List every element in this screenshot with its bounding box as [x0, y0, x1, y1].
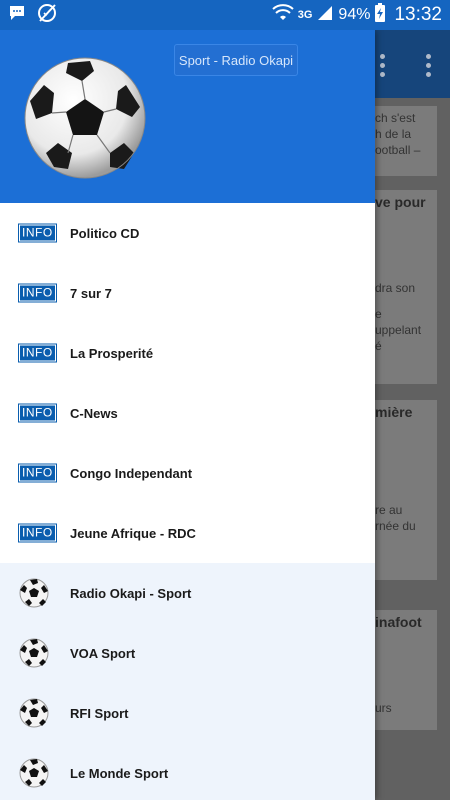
menu-item-label: Politico CD: [70, 225, 140, 241]
info-icon: INFO: [18, 223, 57, 243]
menu-item-label: Congo Independant: [70, 465, 193, 481]
battery-charging-icon: [374, 2, 386, 28]
menu-item-label: Radio Okapi - Sport: [70, 585, 192, 601]
menu-item-label: La Prosperité: [70, 345, 154, 361]
menu-item-radio-okapi-sport[interactable]: Radio Okapi - Sport: [0, 563, 375, 623]
wifi-icon: [272, 3, 294, 27]
menu-item-label: RFI Sport: [70, 705, 129, 721]
info-icon: INFO: [18, 403, 57, 423]
menu-item-le-monde-sport[interactable]: Le Monde Sport: [0, 743, 375, 800]
menu-item-label: Le Monde Sport: [70, 765, 169, 781]
info-icon: INFO: [18, 343, 57, 363]
drawer-header: Sport - Radio Okapi: [0, 30, 375, 203]
signal-icon: [316, 4, 334, 27]
sync-disabled-icon: [36, 2, 58, 29]
soccer-ball-icon: [19, 758, 49, 788]
drawer-scrim[interactable]: [375, 30, 450, 800]
network-type: 3G: [297, 9, 313, 21]
menu-item-label: C-News: [70, 405, 118, 421]
menu-item-label: Jeune Afrique - RDC: [70, 525, 196, 541]
menu-item-voa-sport[interactable]: VOA Sport: [0, 623, 375, 683]
soccer-ball-icon: [19, 638, 49, 668]
info-icon: INFO: [18, 283, 57, 303]
menu-item-label: VOA Sport: [70, 645, 136, 661]
news-source-list: INFO Politico CD INFO 7 sur 7 INFO La Pr…: [0, 203, 375, 563]
menu-item-label: 7 sur 7: [70, 285, 112, 301]
soccer-ball-icon: [19, 578, 49, 608]
menu-item-jeune-afrique-rdc[interactable]: INFO Jeune Afrique - RDC: [0, 503, 375, 563]
menu-item-rfi-sport[interactable]: RFI Sport: [0, 683, 375, 743]
menu-item-7-sur-7[interactable]: INFO 7 sur 7: [0, 263, 375, 323]
clock: 13:32: [394, 4, 442, 25]
navigation-drawer: Sport - Radio Okapi INFO Politico CD INF…: [0, 30, 375, 800]
info-icon: INFO: [18, 523, 57, 543]
info-icon: INFO: [18, 463, 57, 483]
soccer-ball-logo-icon: [24, 57, 146, 179]
sport-source-list: Radio Okapi - Sport VOA Sport RFI Sport …: [0, 563, 375, 800]
menu-item-congo-independant[interactable]: INFO Congo Independant: [0, 443, 375, 503]
menu-item-c-news[interactable]: INFO C-News: [0, 383, 375, 443]
menu-item-la-prosperite[interactable]: INFO La Prosperité: [0, 323, 375, 383]
menu-item-politico-cd[interactable]: INFO Politico CD: [0, 203, 375, 263]
soccer-ball-icon: [19, 698, 49, 728]
messenger-notification-icon: [8, 4, 26, 27]
drawer-header-title: Sport - Radio Okapi: [174, 44, 298, 76]
battery-percent: 94%: [338, 6, 371, 23]
status-bar: 3G 94% 13:32: [0, 0, 450, 30]
